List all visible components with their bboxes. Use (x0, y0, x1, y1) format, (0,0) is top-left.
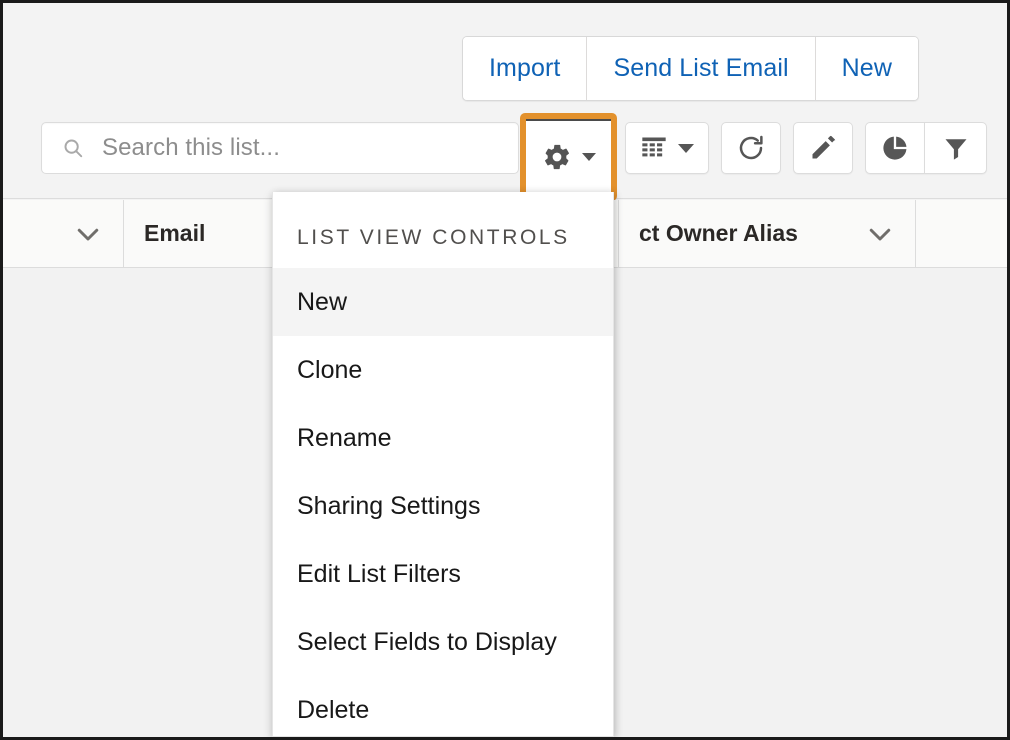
filter-button[interactable] (924, 122, 987, 174)
pie-chart-icon (883, 136, 907, 160)
chevron-down-icon (865, 219, 895, 249)
charts-button[interactable] (865, 122, 924, 174)
menu-item-clone[interactable]: Clone (273, 336, 613, 404)
menu-item-sharing-settings[interactable]: Sharing Settings (273, 472, 613, 540)
chevron-down-icon (678, 143, 694, 153)
chevron-down-icon (581, 153, 596, 161)
header-action-button-group: Import Send List Email New (462, 36, 919, 101)
menu-item-select-fields-to-display[interactable]: Select Fields to Display (273, 608, 613, 676)
table-column-header[interactable] (3, 200, 124, 267)
chevron-down-icon (73, 219, 103, 249)
menu-item-edit-list-filters[interactable]: Edit List Filters (273, 540, 613, 608)
table-column-header-contact-owner-alias[interactable]: ct Owner Alias (619, 200, 916, 267)
pencil-icon (812, 135, 836, 159)
gear-icon (542, 142, 596, 172)
app-window: Import Send List Email New Search this l… (0, 0, 1010, 740)
import-button[interactable]: Import (463, 37, 588, 100)
funnel-icon (945, 139, 966, 160)
search-input[interactable]: Search this list... (41, 122, 519, 174)
menu-item-new[interactable]: New (273, 268, 613, 336)
refresh-button[interactable] (721, 122, 781, 174)
list-view-controls-button[interactable] (520, 113, 617, 201)
menu-item-rename[interactable]: Rename (273, 404, 613, 472)
column-label: ct Owner Alias (639, 220, 798, 246)
refresh-icon (739, 135, 763, 160)
menu-item-delete[interactable]: Delete (273, 676, 613, 736)
edit-button[interactable] (793, 122, 853, 174)
list-view-toolbar: Search this list... (3, 113, 1007, 201)
search-placeholder: Search this list... (102, 134, 280, 161)
new-record-button[interactable]: New (815, 37, 918, 100)
menu-heading: LIST VIEW CONTROLS (297, 226, 570, 249)
send-list-email-button[interactable]: Send List Email (587, 37, 816, 100)
column-label: Email (144, 220, 206, 246)
table-column-header-actions[interactable] (916, 200, 1007, 267)
list-view-controls-menu: LIST VIEW CONTROLS New Clone Rename Shar… (272, 192, 614, 737)
table-icon (642, 137, 666, 157)
list-view-display-button[interactable] (625, 122, 709, 174)
search-icon (62, 137, 84, 159)
